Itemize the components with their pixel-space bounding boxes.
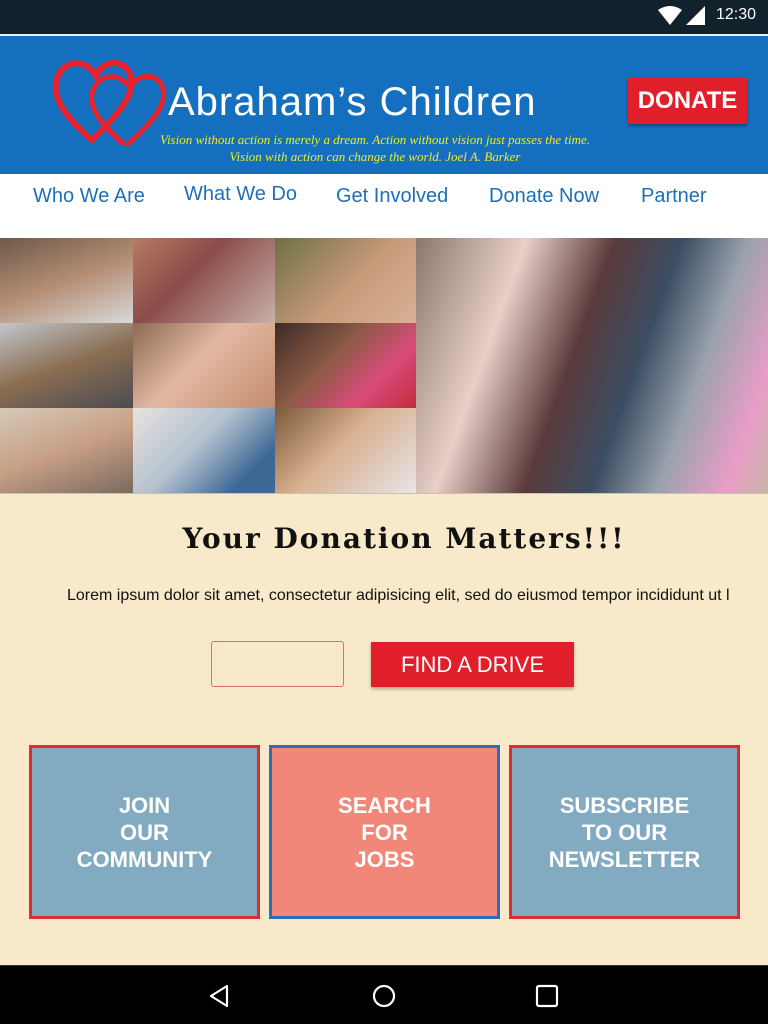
nav-what-we-do[interactable]: What We Do bbox=[184, 183, 297, 206]
photo-4 bbox=[0, 323, 133, 408]
signal-icon bbox=[686, 6, 705, 25]
nav-get-involved[interactable]: Get Involved bbox=[336, 185, 448, 208]
status-bar: 12:30 bbox=[0, 0, 768, 34]
site-header: Abraham’s Children Vision without action… bbox=[0, 34, 768, 174]
home-icon[interactable] bbox=[370, 982, 398, 1010]
find-drive-button[interactable]: FIND A DRIVE bbox=[371, 642, 574, 687]
header-quote: Vision without action is merely a dream.… bbox=[140, 131, 610, 165]
section-body: Lorem ipsum dolor sit amet, consectetur … bbox=[67, 587, 730, 604]
system-nav-bar bbox=[0, 965, 768, 1024]
photo-3 bbox=[275, 238, 416, 323]
section-heading: Your Donation Matters!!! bbox=[182, 522, 626, 555]
quote-line-2: Vision with action can change the world.… bbox=[229, 149, 521, 164]
join-community-tile[interactable]: JOIN OUR COMMUNITY bbox=[29, 745, 260, 919]
back-icon[interactable] bbox=[205, 982, 233, 1010]
photo-2 bbox=[133, 238, 275, 323]
photo-6 bbox=[275, 323, 416, 408]
photo-1 bbox=[0, 238, 133, 323]
donation-section: Your Donation Matters!!! Lorem ipsum dol… bbox=[0, 493, 768, 965]
status-icons bbox=[658, 6, 706, 26]
donate-button[interactable]: DONATE bbox=[628, 78, 747, 124]
photo-7 bbox=[0, 408, 133, 493]
recents-icon[interactable] bbox=[533, 982, 561, 1010]
photo-9 bbox=[275, 408, 416, 493]
wifi-icon bbox=[658, 6, 682, 25]
photo-5 bbox=[133, 323, 275, 408]
quote-line-1: Vision without action is merely a dream.… bbox=[159, 132, 591, 147]
main-nav: Who We Are What We Do Get Involved Donat… bbox=[0, 174, 768, 238]
status-time: 12:30 bbox=[715, 6, 756, 23]
photo-8 bbox=[133, 408, 275, 493]
search-jobs-tile[interactable]: SEARCH FOR JOBS bbox=[269, 745, 500, 919]
nav-donate-now[interactable]: Donate Now bbox=[489, 185, 599, 208]
photo-collage bbox=[0, 238, 768, 493]
nav-partner[interactable]: Partner bbox=[641, 185, 707, 208]
photo-10 bbox=[416, 238, 768, 493]
drive-search-input[interactable] bbox=[211, 641, 344, 687]
brand-title[interactable]: Abraham’s Children bbox=[168, 80, 537, 125]
nav-who-we-are[interactable]: Who We Are bbox=[33, 185, 145, 208]
subscribe-newsletter-tile[interactable]: SUBSCRIBE TO OUR NEWSLETTER bbox=[509, 745, 740, 919]
